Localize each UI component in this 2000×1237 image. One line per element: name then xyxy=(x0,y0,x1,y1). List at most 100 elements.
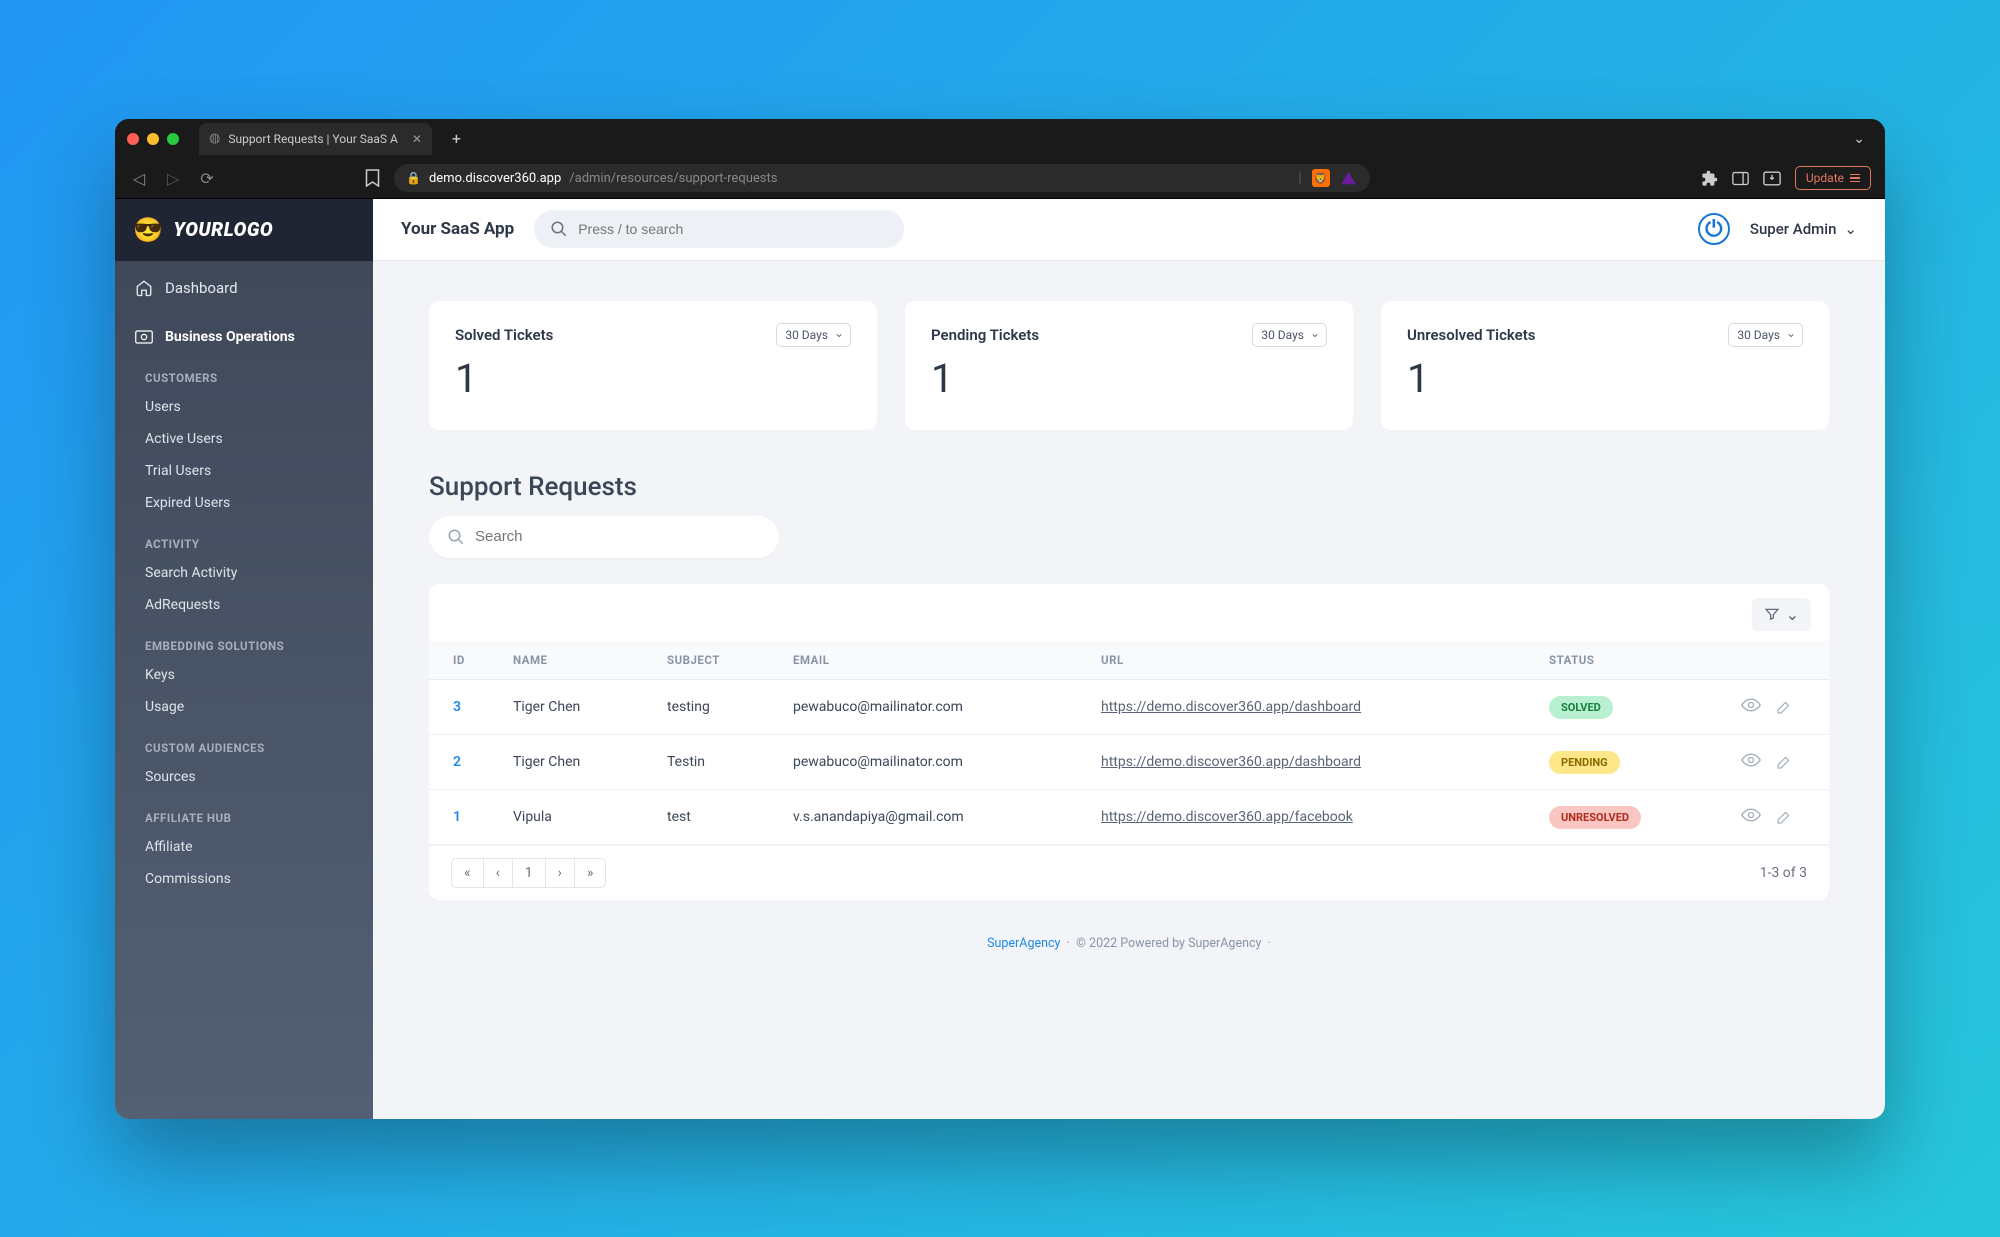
sidebar-item-adrequests[interactable]: AdRequests xyxy=(115,589,373,621)
sidebar-item-expired-users[interactable]: Expired Users xyxy=(115,487,373,519)
row-url-link[interactable]: https://demo.discover360.app/dashboard xyxy=(1101,699,1361,715)
browser-window: ◍ Support Requests | Your SaaS A ✕ + ⌄ ◁… xyxy=(115,119,1885,1119)
requests-table: IDNAMESUBJECTEMAILURLSTATUS 3 Tiger Chen… xyxy=(429,641,1829,845)
install-app-icon[interactable] xyxy=(1763,171,1781,186)
footer-brand-link[interactable]: SuperAgency xyxy=(987,936,1060,951)
sidebar-logo[interactable]: 😎 YOURLOGO xyxy=(115,199,373,261)
sidebar-item-commissions[interactable]: Commissions xyxy=(115,863,373,895)
sidebar-section-business-ops[interactable]: Business Operations xyxy=(115,315,373,353)
metric-period-select[interactable]: 30 Days xyxy=(1728,323,1803,347)
traffic-lights xyxy=(127,133,179,145)
column-header[interactable]: EMAIL xyxy=(779,641,1087,680)
url-field[interactable]: 🔒 demo.discover360.app/admin/resources/s… xyxy=(394,164,1370,192)
row-url-link[interactable]: https://demo.discover360.app/dashboard xyxy=(1101,754,1361,770)
table-row: 3 Tiger Chen testing pewabuco@mailinator… xyxy=(429,679,1829,734)
pager-button[interactable]: 1 xyxy=(513,858,546,888)
edit-icon[interactable] xyxy=(1775,698,1793,716)
bookmark-icon[interactable] xyxy=(365,169,380,187)
row-subject: testing xyxy=(653,679,779,734)
window-maximize[interactable] xyxy=(167,133,179,145)
tab-bar: ◍ Support Requests | Your SaaS A ✕ + ⌄ xyxy=(115,119,1885,159)
nav-forward-icon: ▷ xyxy=(163,169,183,188)
table-card: ⌄ IDNAMESUBJECTEMAILURLSTATUS 3 Tiger Ch… xyxy=(429,584,1829,900)
column-header[interactable]: STATUS xyxy=(1535,641,1703,680)
row-name: Tiger Chen xyxy=(499,734,653,789)
row-url-link[interactable]: https://demo.discover360.app/facebook xyxy=(1101,809,1353,825)
view-icon[interactable] xyxy=(1741,753,1761,771)
extensions-icon[interactable] xyxy=(1701,170,1718,187)
url-path: /admin/resources/support-requests xyxy=(569,171,777,186)
window-minimize[interactable] xyxy=(147,133,159,145)
sidebar-item-dashboard[interactable]: Dashboard xyxy=(115,261,373,315)
metric-value: 1 xyxy=(455,355,851,402)
global-search[interactable] xyxy=(534,210,904,248)
view-icon[interactable] xyxy=(1741,698,1761,716)
sidepanel-icon[interactable] xyxy=(1732,171,1749,186)
pager-button[interactable]: › xyxy=(546,858,575,888)
window-close[interactable] xyxy=(127,133,139,145)
brave-shield-icon[interactable]: 🦁 xyxy=(1312,169,1330,187)
column-header[interactable]: URL xyxy=(1087,641,1535,680)
column-header-actions xyxy=(1703,641,1829,680)
sidebar-item-keys[interactable]: Keys xyxy=(115,659,373,691)
table-row: 2 Tiger Chen Testin pewabuco@mailinator.… xyxy=(429,734,1829,789)
column-header[interactable]: NAME xyxy=(499,641,653,680)
metric-period-select[interactable]: 30 Days xyxy=(1252,323,1327,347)
logo-emoji-icon: 😎 xyxy=(133,216,163,244)
browser-tab[interactable]: ◍ Support Requests | Your SaaS A ✕ xyxy=(199,123,432,155)
row-id-link[interactable]: 3 xyxy=(453,699,461,715)
main: Your SaaS App ⏻ Super Admin ⌄ Solved Tic… xyxy=(373,199,1885,1119)
url-domain: demo.discover360.app xyxy=(429,171,561,186)
tab-overflow-icon[interactable]: ⌄ xyxy=(1845,131,1873,147)
sidebar-item-users[interactable]: Users xyxy=(115,391,373,423)
local-search-input[interactable] xyxy=(475,528,761,545)
sidebar-item-active-users[interactable]: Active Users xyxy=(115,423,373,455)
column-header[interactable]: ID xyxy=(429,641,499,680)
sidebar-item-affiliate[interactable]: Affiliate xyxy=(115,831,373,863)
pager-button[interactable]: « xyxy=(451,858,484,888)
new-tab-button[interactable]: + xyxy=(452,129,461,148)
topbar: Your SaaS App ⏻ Super Admin ⌄ xyxy=(373,199,1885,261)
sidebar-item-search-activity[interactable]: Search Activity xyxy=(115,557,373,589)
metric-card: Unresolved Tickets 30 Days 1 xyxy=(1381,301,1829,430)
power-icon[interactable]: ⏻ xyxy=(1698,213,1730,245)
row-id-link[interactable]: 1 xyxy=(453,809,461,825)
column-header[interactable]: SUBJECT xyxy=(653,641,779,680)
view-icon[interactable] xyxy=(1741,808,1761,826)
filter-button[interactable]: ⌄ xyxy=(1752,598,1811,631)
edit-icon[interactable] xyxy=(1775,753,1793,771)
sidebar-group-label: AFFILIATE HUB xyxy=(115,793,373,831)
tab-close-icon[interactable]: ✕ xyxy=(412,132,422,146)
row-email: pewabuco@mailinator.com xyxy=(779,679,1087,734)
row-subject: Testin xyxy=(653,734,779,789)
nav-reload-icon[interactable]: ⟳ xyxy=(197,169,217,188)
sidebar-item-label: Dashboard xyxy=(165,279,238,297)
row-id-link[interactable]: 2 xyxy=(453,754,461,770)
user-menu[interactable]: Super Admin ⌄ xyxy=(1750,220,1857,238)
local-search[interactable] xyxy=(429,516,779,558)
global-search-input[interactable] xyxy=(578,221,888,237)
edit-icon[interactable] xyxy=(1775,808,1793,826)
sidebar-item-usage[interactable]: Usage xyxy=(115,691,373,723)
nav-back-icon[interactable]: ◁ xyxy=(129,169,149,188)
search-icon xyxy=(550,220,568,238)
sidebar-group-label: CUSTOMERS xyxy=(115,353,373,391)
section-title: Support Requests xyxy=(429,472,1829,502)
metric-period-select[interactable]: 30 Days xyxy=(776,323,851,347)
row-name: Vipula xyxy=(499,789,653,844)
metric-title: Unresolved Tickets xyxy=(1407,326,1536,344)
globe-icon: ◍ xyxy=(209,131,220,146)
chevron-down-icon: ⌄ xyxy=(1786,605,1799,624)
table-row: 1 Vipula test v.s.anandapiya@gmail.com h… xyxy=(429,789,1829,844)
pager-button[interactable]: » xyxy=(575,858,607,888)
pager-button[interactable]: ‹ xyxy=(484,858,513,888)
brave-rewards-icon[interactable] xyxy=(1340,169,1358,187)
user-label: Super Admin xyxy=(1750,220,1837,238)
update-button[interactable]: Update xyxy=(1795,166,1871,190)
sidebar-item-sources[interactable]: Sources xyxy=(115,761,373,793)
sidebar-item-trial-users[interactable]: Trial Users xyxy=(115,455,373,487)
status-badge: UNRESOLVED xyxy=(1549,806,1641,829)
pagination-range: 1-3 of 3 xyxy=(1760,865,1807,881)
table-footer: «‹1›» 1-3 of 3 xyxy=(429,845,1829,900)
pager: «‹1›» xyxy=(451,858,606,888)
